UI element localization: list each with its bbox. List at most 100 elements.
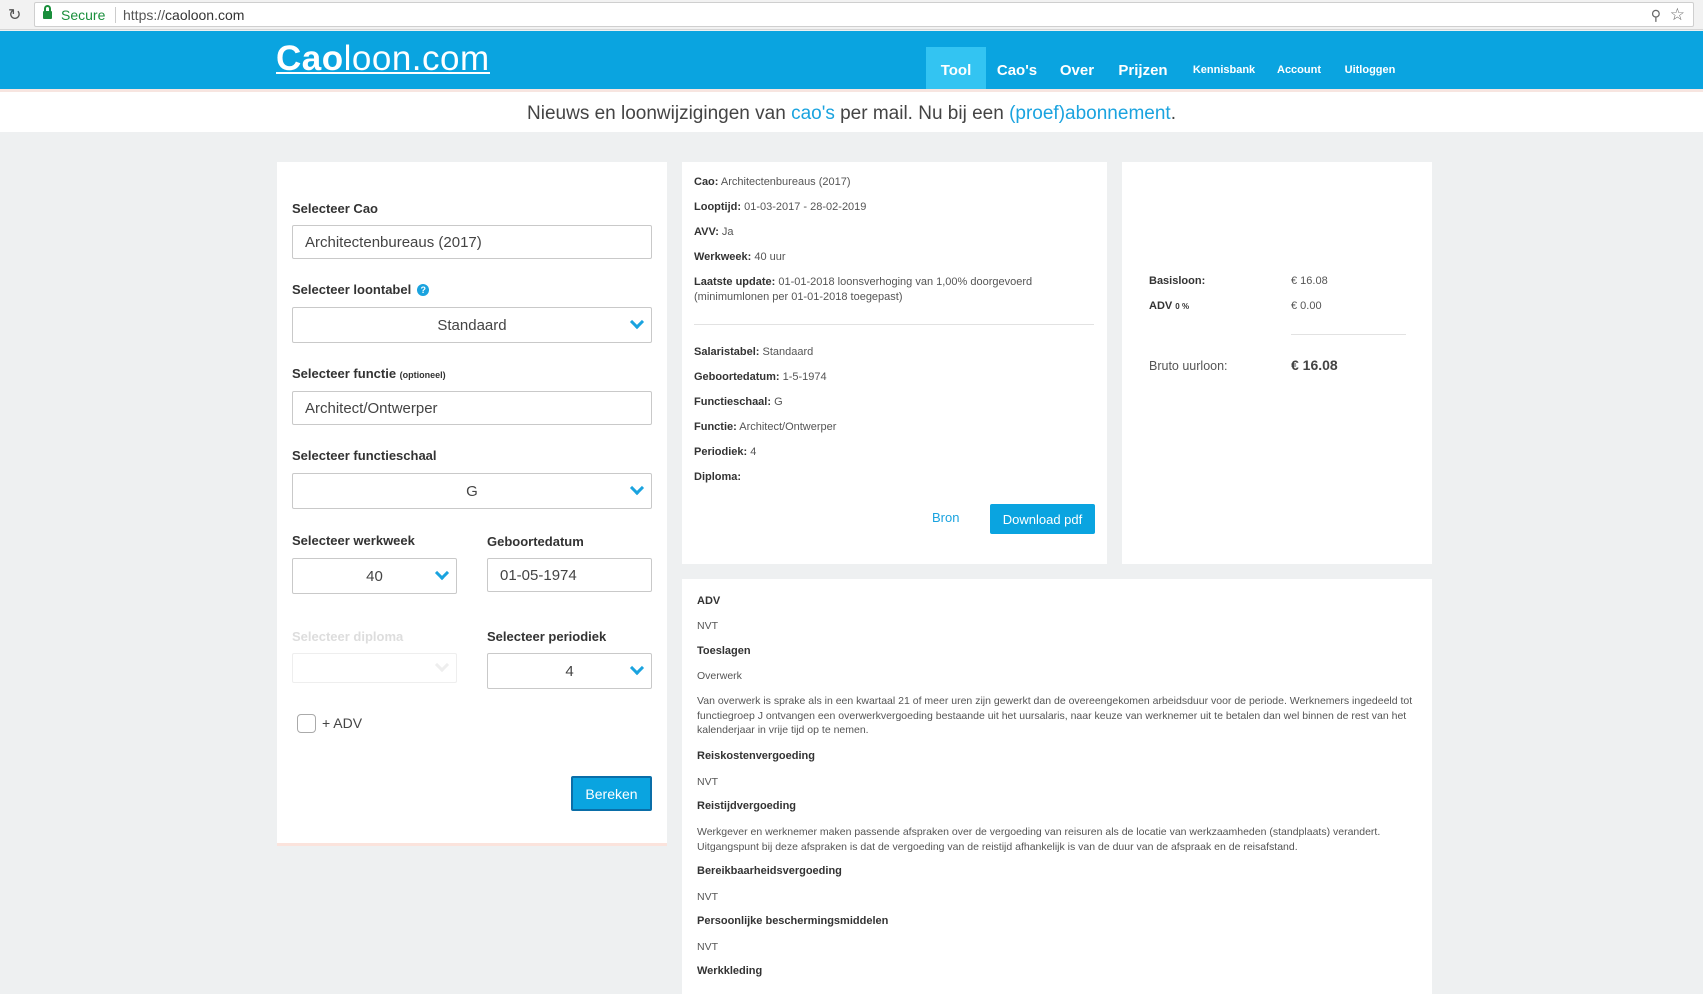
adv-text: NVT: [697, 620, 718, 632]
info-werkweek-key: Werkweek:: [694, 251, 752, 263]
bookmark-star-icon[interactable]: ☆: [1670, 5, 1685, 25]
chevron-down-icon: [629, 314, 645, 330]
banner-text-3: .: [1170, 103, 1176, 124]
info-functieschaal: Functieschaal: G: [694, 395, 1094, 410]
info-salaristabel-key: Salaristabel:: [694, 346, 760, 358]
adv-value: € 0.00: [1291, 300, 1322, 312]
functieschaal-label: Selecteer functieschaal: [292, 448, 437, 463]
site-logo[interactable]: Caoloon.com: [276, 39, 490, 79]
info-cao: Cao: Architectenbureaus (2017): [694, 175, 1094, 190]
diploma-select[interactable]: [292, 653, 457, 683]
address-bar[interactable]: Secure https://caoloon.com ⚲ ☆: [34, 2, 1694, 27]
cao-label: Selecteer Cao: [292, 201, 378, 216]
adv-checkbox[interactable]: [297, 714, 316, 733]
reistijd-heading: Reistijdvergoeding: [697, 800, 797, 812]
promo-banner: Nieuws en loonwijzigingen van cao's per …: [0, 92, 1703, 132]
info-looptijd-value: 01-03-2017 - 28-02-2019: [741, 201, 867, 213]
bron-link[interactable]: Bron: [932, 510, 959, 525]
help-icon[interactable]: ?: [417, 284, 430, 296]
result-divider: [1291, 334, 1406, 335]
loontabel-select-value: Standaard: [437, 316, 507, 334]
reistijd-text: Werkgever en werknemer maken passende af…: [697, 826, 1381, 853]
info-periodiek-key: Periodiek:: [694, 446, 748, 458]
functie-label-text: Selecteer functie: [292, 366, 397, 381]
url-scheme: https://: [123, 7, 166, 23]
periodiek-select[interactable]: 4: [487, 653, 652, 689]
info-geboortedatum-key: Geboortedatum:: [694, 371, 780, 383]
nav-tool[interactable]: Tool: [926, 47, 986, 93]
calculator-form: Selecteer Cao Architectenbureaus (2017) …: [277, 162, 667, 846]
info-functie: Functie: Architect/Ontwerper: [694, 420, 1094, 435]
info-functieschaal-key: Functieschaal:: [694, 396, 772, 408]
info-avv-value: Ja: [718, 226, 734, 238]
adv-checkbox-label[interactable]: + ADV: [322, 715, 362, 731]
functie-input[interactable]: Architect/Ontwerper: [292, 391, 652, 425]
lock-icon: [43, 5, 52, 19]
secure-label: Secure: [61, 7, 106, 23]
info-werkweek-value: 40 uur: [751, 251, 786, 263]
reiskosten-text: NVT: [697, 776, 718, 788]
adv-label-text: ADV: [1149, 300, 1173, 312]
key-icon[interactable]: ⚲: [1651, 7, 1661, 24]
geboortedatum-label: Geboortedatum: [487, 534, 584, 549]
info-periodiek: Periodiek: 4: [694, 445, 1094, 460]
bereken-button[interactable]: Bereken: [571, 776, 652, 811]
banner-link-caos[interactable]: cao's: [791, 103, 835, 124]
info-werkweek: Werkweek: 40 uur: [694, 250, 1094, 265]
toeslagen-heading: Toeslagen: [697, 645, 751, 657]
reiskosten-heading: Reiskostenvergoeding: [697, 750, 815, 762]
banner-link-abonnement[interactable]: (proef)abonnement: [1009, 103, 1171, 124]
chevron-down-icon: [629, 480, 645, 496]
nav-over[interactable]: Over: [1048, 47, 1106, 93]
functie-input-value: Architect/Ontwerper: [305, 399, 438, 417]
adv-label: ADV 0 %: [1149, 300, 1189, 312]
bruto-uurloon-label: Bruto uurloon:: [1149, 359, 1228, 373]
werkweek-select[interactable]: 40: [292, 558, 457, 594]
nav-caos[interactable]: Cao's: [986, 47, 1048, 93]
info-functieschaal-value: G: [771, 396, 783, 408]
banner-text-1: Nieuws en loonwijzigingen van: [527, 103, 792, 124]
info-avv: AVV: Ja: [694, 225, 1094, 240]
nav-kennisbank[interactable]: Kennisbank: [1180, 47, 1268, 93]
logo-rest: loon.com: [343, 39, 490, 78]
nav-account[interactable]: Account: [1268, 47, 1330, 93]
download-pdf-button[interactable]: Download pdf: [990, 504, 1095, 534]
info-looptijd: Looptijd: 01-03-2017 - 28-02-2019: [694, 200, 1094, 215]
basisloon-value: € 16.08: [1291, 275, 1328, 287]
chevron-down-icon: [434, 565, 450, 581]
overwerk-text: Van overwerk is sprake als in een kwarta…: [697, 695, 1413, 736]
result-panel: Basisloon: € 16.08 ADV 0 % € 0.00 Bruto …: [1122, 162, 1432, 564]
info-periodiek-value: 4: [747, 446, 757, 458]
site-header: Caoloon.com Tool Cao's Over Prijzen Kenn…: [0, 31, 1703, 93]
info-functie-key: Functie:: [694, 421, 737, 433]
adv-percent: 0 %: [1175, 302, 1190, 311]
werkweek-select-value: 40: [366, 567, 383, 585]
geboortedatum-input-value: 01-05-1974: [500, 566, 577, 584]
banner-text-2: per mail. Nu bij een: [834, 103, 1010, 124]
loontabel-label-text: Selecteer loontabel: [292, 282, 412, 297]
bruto-uurloon-value: € 16.08: [1291, 357, 1338, 373]
overwerk-subheading: Overwerk: [697, 670, 742, 682]
cao-info-panel: Cao: Architectenbureaus (2017) Looptijd:…: [682, 162, 1107, 564]
chevron-down-icon: [629, 660, 645, 676]
info-update-key: Laatste update:: [694, 276, 776, 288]
url-text[interactable]: https://caoloon.com: [123, 7, 244, 23]
cao-input[interactable]: Architectenbureaus (2017): [292, 225, 652, 259]
info-salaristabel: Salaristabel: Standaard: [694, 345, 1094, 360]
bereikbaarheid-heading: Bereikbaarheidsvergoeding: [697, 865, 842, 877]
info-salaristabel-value: Standaard: [759, 346, 814, 358]
url-separator: [115, 7, 116, 23]
functieschaal-select[interactable]: G: [292, 473, 652, 509]
info-functie-value: Architect/Ontwerper: [736, 421, 837, 433]
functie-label: Selecteer functie (optioneel): [292, 366, 446, 381]
nav-uitloggen[interactable]: Uitloggen: [1330, 47, 1410, 93]
reload-icon[interactable]: ↻: [8, 5, 21, 25]
werkkleding-heading: Werkkleding: [697, 965, 763, 977]
geboortedatum-input[interactable]: 01-05-1974: [487, 558, 652, 592]
browser-toolbar: ↻ Secure https://caoloon.com ⚲ ☆: [0, 0, 1703, 30]
cao-input-value: Architectenbureaus (2017): [305, 233, 482, 251]
loontabel-select[interactable]: Standaard: [292, 307, 652, 343]
cao-details-panel: ADV NVT Toeslagen Overwerk Van overwerk …: [682, 579, 1432, 994]
info-cao-key: Cao:: [694, 176, 719, 188]
nav-prijzen[interactable]: Prijzen: [1106, 47, 1180, 93]
